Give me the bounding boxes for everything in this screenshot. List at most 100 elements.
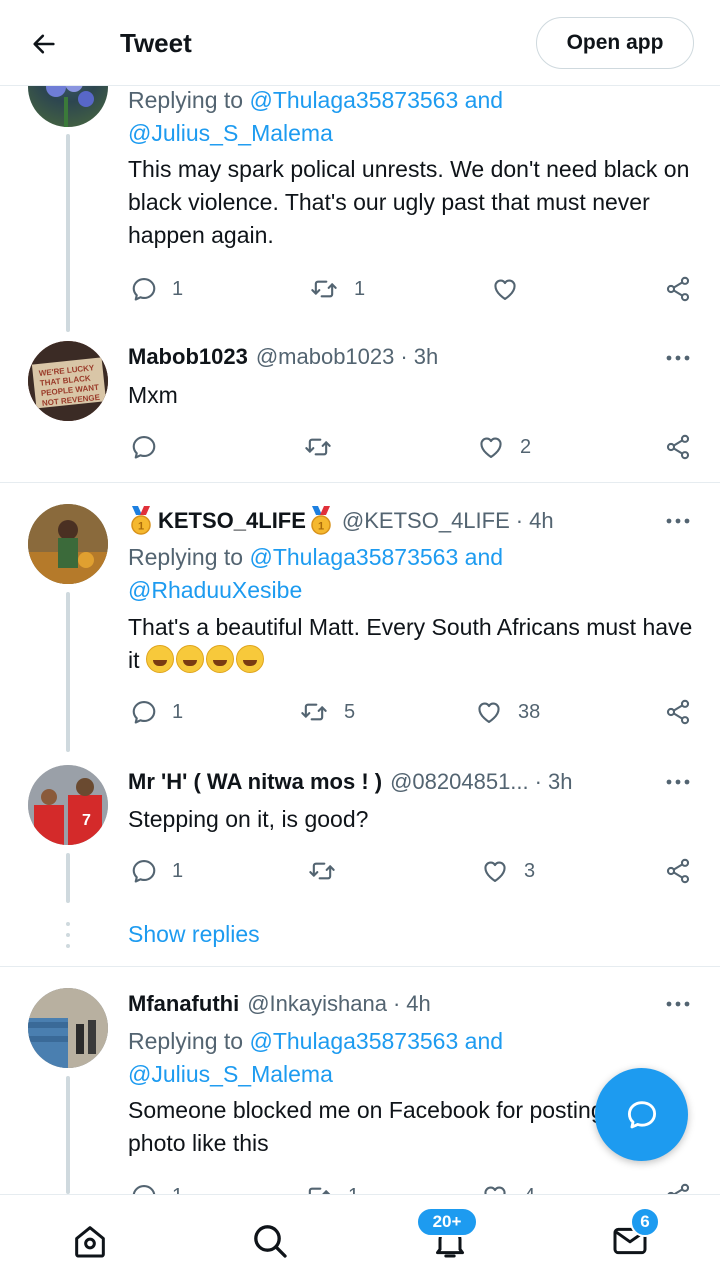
tweet-header: Mr 'H' ( WA nitwa mos ! ) @08204851... ·… xyxy=(128,768,572,796)
top-app-bar: Tweet Open app xyxy=(0,0,720,86)
bottom-navigation: 20+ 6 xyxy=(0,1194,720,1280)
like-button[interactable]: 3 xyxy=(480,857,535,885)
reply-button[interactable]: 1 xyxy=(130,275,183,303)
back-button[interactable] xyxy=(26,26,62,62)
separator-dot: · xyxy=(534,769,542,794)
back-arrow-icon xyxy=(33,34,55,54)
share-button[interactable] xyxy=(664,275,692,303)
retweet-button[interactable]: 1 xyxy=(308,275,365,303)
display-name[interactable]: KETSO_4LIFE xyxy=(158,507,306,535)
mention-link[interactable]: @Thulaga35873563 xyxy=(249,1028,458,1054)
handle[interactable]: @08204851... xyxy=(390,768,529,796)
more-icon xyxy=(666,1000,690,1008)
reply-button[interactable]: 1 xyxy=(130,857,183,885)
display-name[interactable]: Mr 'H' ( WA nitwa mos ! ) xyxy=(128,768,382,796)
like-button[interactable]: 2 xyxy=(476,433,531,461)
compose-button[interactable] xyxy=(595,1068,688,1161)
like-count: 2 xyxy=(520,435,532,458)
rofl-emoji-icon xyxy=(205,645,234,673)
messages-badge: 6 xyxy=(630,1207,660,1237)
more-options-button[interactable] xyxy=(664,346,692,370)
tweet-text-block: That's a beautiful Matt. Every South Afr… xyxy=(128,611,698,677)
thread-line xyxy=(66,853,70,903)
replying-to: Replying to @Thulaga35873563 and @Julius… xyxy=(128,84,688,150)
more-options-button[interactable] xyxy=(664,992,692,1016)
display-name[interactable]: Mfanafuthi xyxy=(128,990,239,1018)
timestamp[interactable]: 4h xyxy=(406,990,430,1018)
rofl-emoji-icon xyxy=(175,645,204,673)
handle[interactable]: @KETSO_4LIFE xyxy=(342,507,510,535)
share-icon xyxy=(664,857,692,885)
thread-dot xyxy=(66,933,70,937)
replying-to: Replying to @Thulaga35873563 and @Rhaduu… xyxy=(128,541,688,607)
reply-icon xyxy=(130,433,158,461)
reply-count: 1 xyxy=(172,277,184,300)
avatar[interactable]: 7 xyxy=(28,765,108,845)
rofl-emoji-icon xyxy=(145,645,174,673)
like-icon xyxy=(490,275,520,303)
avatar[interactable] xyxy=(28,988,108,1068)
avatar[interactable] xyxy=(28,504,108,584)
reply-button[interactable] xyxy=(130,433,172,461)
more-icon xyxy=(666,778,690,786)
thread-dot xyxy=(66,944,70,948)
like-icon xyxy=(480,857,510,885)
mention-link[interactable]: @Julius_S_Malema xyxy=(128,120,333,146)
reply-count: 1 xyxy=(172,700,184,723)
share-button[interactable] xyxy=(664,433,692,461)
like-button[interactable] xyxy=(490,275,520,303)
nav-home[interactable] xyxy=(62,1213,118,1269)
retweet-button[interactable] xyxy=(302,433,348,461)
tweet-text: Stepping on it, is good? xyxy=(128,806,369,832)
timestamp[interactable]: 4h xyxy=(529,507,553,535)
tweet-text: Someone blocked me on Facebook for posti… xyxy=(128,1097,604,1156)
medal-icon xyxy=(308,506,334,536)
tweet-header: Mabob1023 @mabob1023 · 3h xyxy=(128,343,438,371)
tweet-text: This may spark polical unrests. We don't… xyxy=(128,156,690,248)
separator-dot: · xyxy=(392,991,401,1016)
show-replies-link[interactable]: Show replies xyxy=(128,921,260,948)
thread-line xyxy=(66,134,70,332)
open-app-button[interactable]: Open app xyxy=(536,17,694,69)
mention-link[interactable]: @Thulaga35873563 xyxy=(249,544,458,570)
avatar[interactable]: WE'RE LUCKY THAT BLACK PEOPLE WANT NOT REVE… xyxy=(28,341,108,421)
retweet-icon xyxy=(302,433,334,461)
retweet-button[interactable] xyxy=(306,857,352,885)
timestamp[interactable]: 3h xyxy=(548,768,572,796)
avatar-image xyxy=(28,504,108,584)
rofl-emoji-icon xyxy=(235,645,264,673)
thread-line xyxy=(66,1076,70,1194)
more-icon xyxy=(666,354,690,362)
svg-text:7: 7 xyxy=(82,812,91,829)
thread-line xyxy=(66,592,70,752)
mention-link[interactable]: @RhaduuXesibe xyxy=(128,577,302,603)
handle[interactable]: @Inkayishana xyxy=(247,990,387,1018)
more-options-button[interactable] xyxy=(664,509,692,533)
reply-and[interactable]: and xyxy=(465,87,503,113)
retweet-button[interactable]: 5 xyxy=(298,698,355,726)
handle[interactable]: @mabob1023 xyxy=(256,343,395,371)
home-icon xyxy=(75,1226,105,1258)
timestamp[interactable]: 3h xyxy=(414,343,438,371)
mention-link[interactable]: @Julius_S_Malema xyxy=(128,1061,333,1087)
reply-button[interactable]: 1 xyxy=(130,698,183,726)
display-name[interactable]: Mabob1023 xyxy=(128,343,248,371)
reply-and[interactable]: and xyxy=(465,544,503,570)
share-button[interactable] xyxy=(664,857,692,885)
like-icon xyxy=(476,433,506,461)
reply-icon xyxy=(130,275,158,303)
retweet-icon xyxy=(298,698,330,726)
more-options-button[interactable] xyxy=(664,770,692,794)
replying-to: Replying to @Thulaga35873563 and @Julius… xyxy=(128,1025,688,1091)
notifications-badge: 20+ xyxy=(416,1207,478,1237)
tweet-header: KETSO_4LIFE @KETSO_4LIFE · 4h xyxy=(128,506,554,536)
mention-link[interactable]: @Thulaga35873563 xyxy=(249,87,458,113)
replying-to-label: Replying to xyxy=(128,87,244,113)
share-icon xyxy=(664,698,692,726)
nav-search[interactable] xyxy=(242,1213,298,1269)
tweet-text: Mxm xyxy=(128,382,178,408)
share-button[interactable] xyxy=(664,698,692,726)
reply-and[interactable]: and xyxy=(465,1028,503,1054)
like-button[interactable]: 38 xyxy=(474,698,540,726)
tweet-header: Mfanafuthi @Inkayishana · 4h xyxy=(128,990,431,1018)
